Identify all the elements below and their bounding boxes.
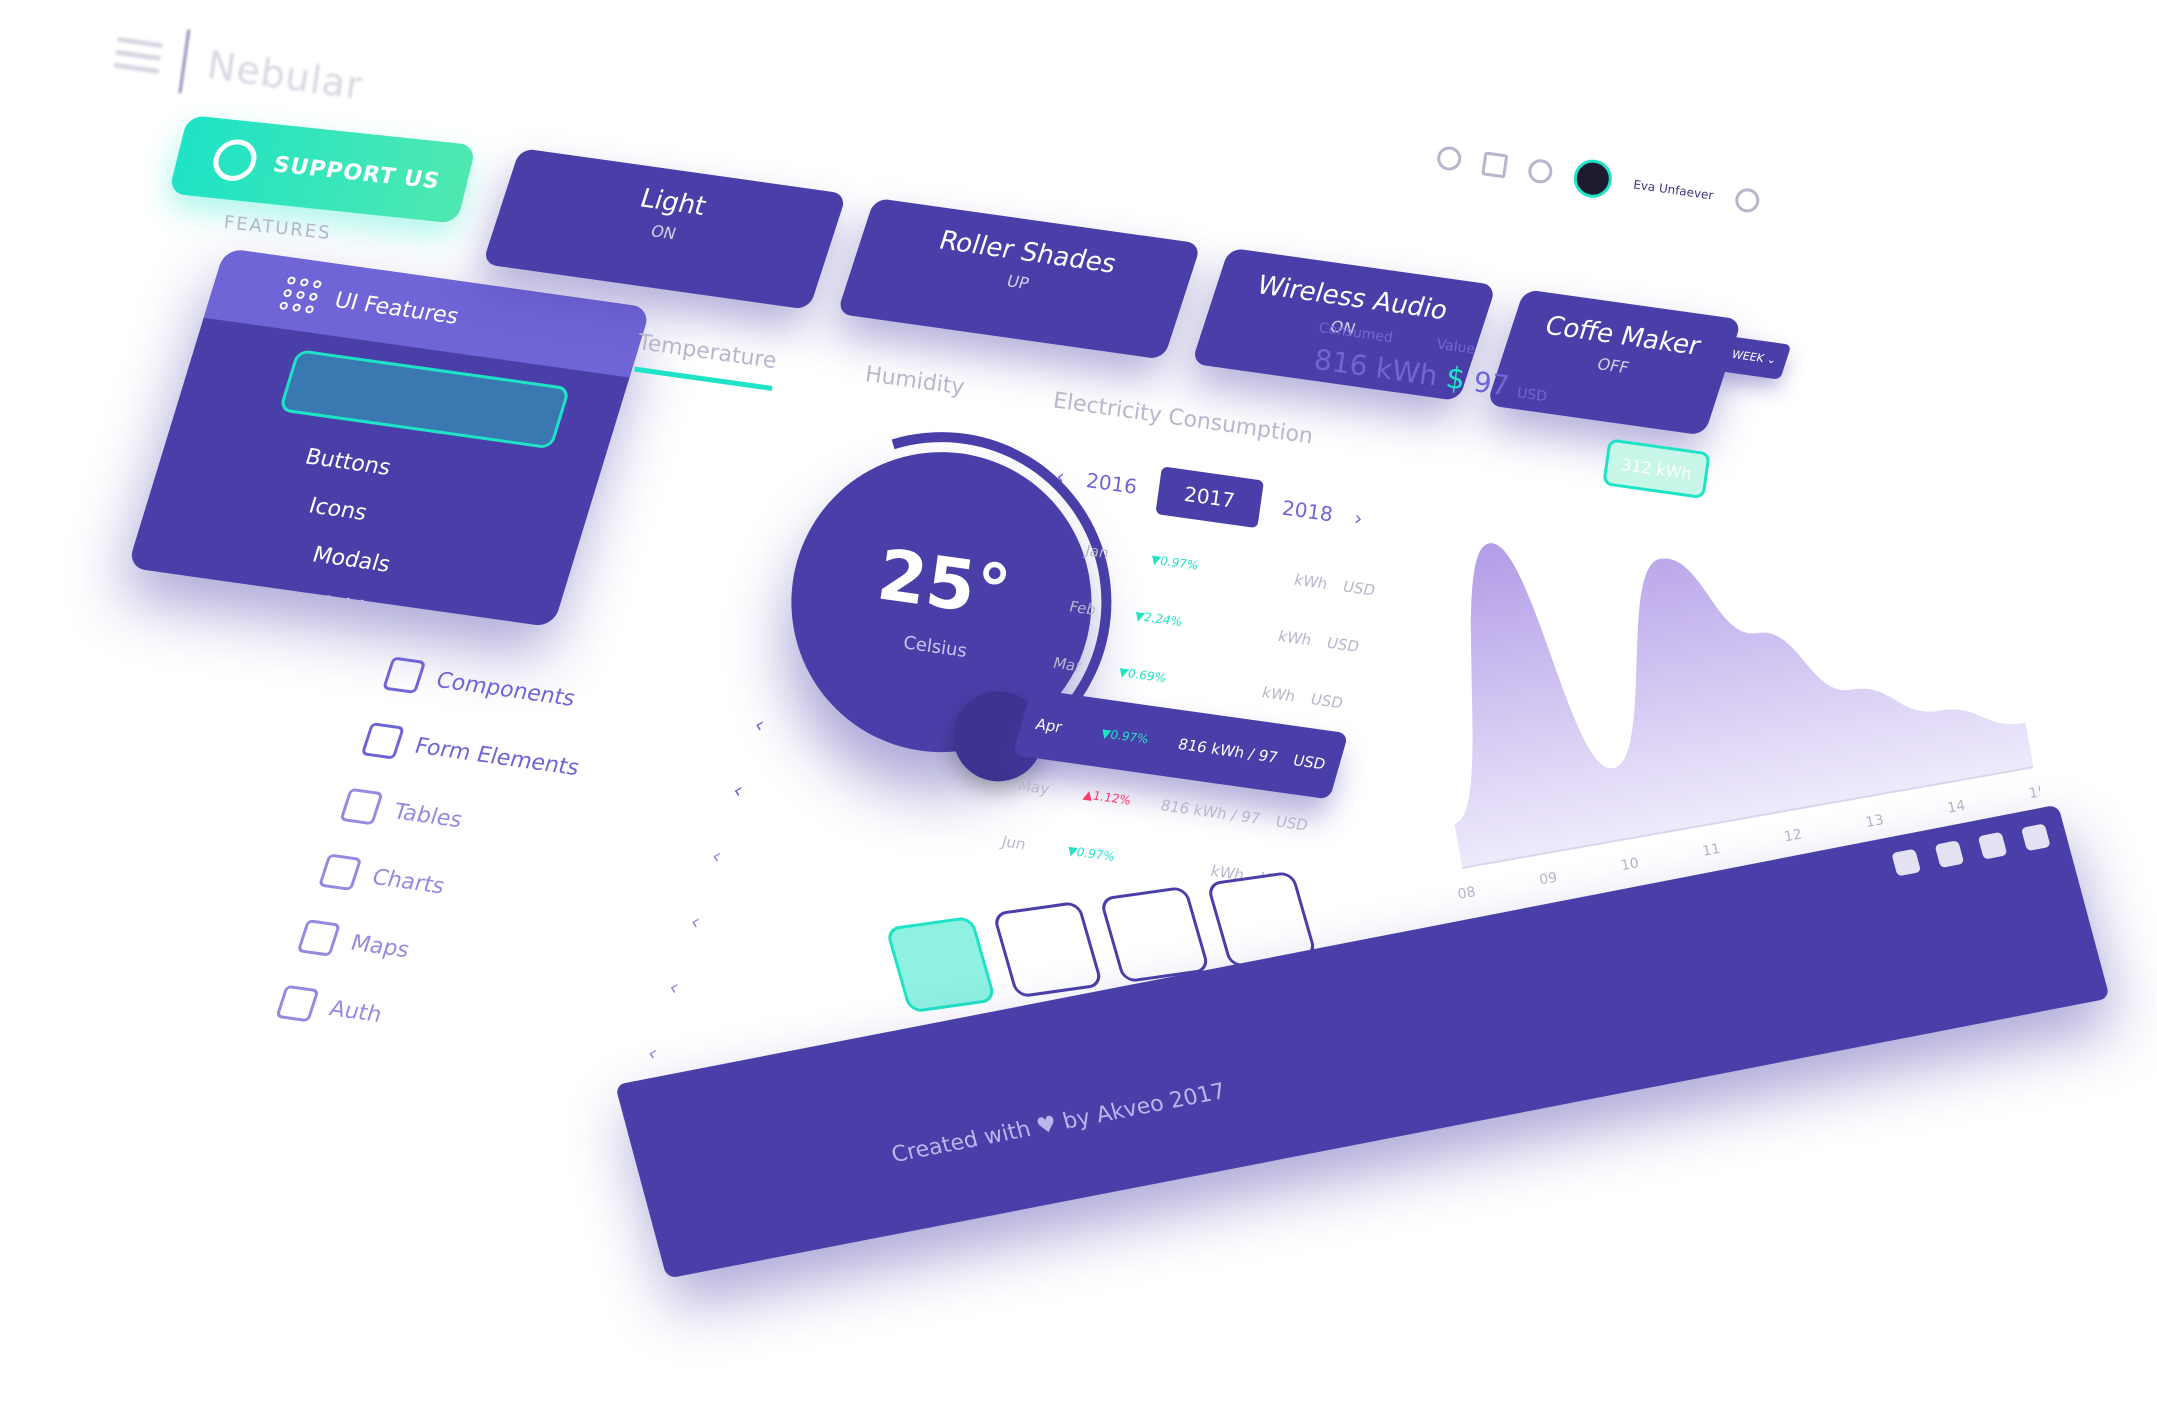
month-name: May [1015,776,1052,799]
footer: Created with ♥ by Akveo 2017 [615,804,2110,1279]
facebook-icon[interactable] [1934,840,1965,869]
chevron-left-icon: ‹ [750,712,768,738]
month-usd: USD [1324,633,1362,656]
month-kwh: kWh [1259,683,1298,706]
grid-dots-icon [278,276,323,314]
sidebar-item-label: Charts [368,864,448,899]
status-card-roller-shades[interactable]: Roller Shades UP [836,197,1202,360]
toggle-button[interactable] [885,915,997,1014]
month-change: ▼0.69% [1116,665,1168,686]
tab-temperature[interactable]: Temperature [634,330,779,391]
dollar-icon: $ [1443,360,1468,398]
month-change: ▲1.12% [1081,787,1133,808]
month-change: ▼0.97% [1065,843,1117,864]
brand: Nebular [111,20,367,118]
avatar[interactable] [1571,157,1615,201]
ui-features-label: UI Features [331,287,462,330]
divider [178,29,191,94]
month-change: ▼0.97% [1149,552,1200,573]
toggle-button[interactable] [1098,885,1211,984]
sidebar-item-label: Auth [326,996,386,1028]
search-icon[interactable] [1435,144,1463,173]
chevron-left-icon: ‹ [665,975,683,1001]
mail-icon[interactable] [1481,151,1509,179]
x-tick-label: 09 [1538,870,1558,889]
gear-icon[interactable] [1733,186,1761,214]
menu-toggle-icon[interactable] [113,36,164,74]
header-actions: Eva Unfaever [1435,138,1762,221]
chevron-left-icon: ‹ [708,843,725,870]
map-pin-icon [296,919,341,957]
year-item-active[interactable]: 2017 [1155,466,1264,529]
chart-icon [317,853,363,891]
linkedin-icon[interactable] [2020,823,2051,852]
money-value: 97 [1471,365,1512,403]
x-tick-label: 14 [1946,798,1966,817]
table-icon [339,787,384,826]
form-icon [360,722,405,760]
month-name: Jan [1083,541,1112,563]
sidebar-menu: Components ‹ Form Elements ‹ Tables ‹ Ch… [270,640,774,1087]
bell-icon[interactable] [1526,157,1554,185]
sidebar-item-label: Tables [390,799,466,833]
sidebar-item-label: Maps [347,930,413,963]
x-tick-label: 15 [2028,783,2040,802]
month-change: ▼2.24% [1133,608,1184,629]
month-usd: USD [1308,690,1346,713]
month-name: Feb [1067,597,1099,619]
month-usd: USD [1290,751,1328,774]
year-item[interactable]: 2018 [1281,496,1335,527]
month-usd: USD [1273,812,1311,835]
ui-features-menu: UI Features Buttons Icons Modals Grid [127,248,651,628]
x-tick-label: 10 [1620,855,1640,874]
brand-name: Nebular [204,42,366,109]
x-tick-label: 08 [1457,884,1477,903]
year-item[interactable]: 2016 [1085,468,1139,499]
month-change: ▼0.97% [1099,726,1151,747]
period-select-value: WEEK [1730,347,1766,365]
period-select[interactable]: WEEK ⌄ [1716,336,1792,380]
chevron-left-icon: ‹ [686,909,704,935]
social-links [1891,823,2051,877]
support-us-button[interactable]: SUPPORT US [168,115,477,224]
chevron-left-icon: ‹ [729,778,747,804]
footer-credit: Created with ♥ by Akveo 2017 [888,1079,1229,1169]
github-icon[interactable] [1891,848,1922,877]
gear-icon [381,656,427,694]
sidebar-item-label: Form Elements [411,733,583,781]
month-kwh: 816 kWh / 97 [1158,796,1263,828]
support-label: SUPPORT US [270,151,443,194]
x-tick-label: 12 [1783,827,1803,846]
month-usd: USD [1340,577,1378,600]
x-tick-label: 11 [1701,841,1721,860]
tab-electricity[interactable]: Electricity Consumption [1049,388,1315,466]
month-kwh: kWh [1275,627,1314,650]
github-icon [208,137,261,183]
user-name[interactable]: Eva Unfaever [1632,177,1714,202]
chart-area [1454,543,2034,868]
chevron-left-icon[interactable]: ‹ [1055,464,1066,489]
status-card-light[interactable]: Light ON [482,148,847,310]
twitter-icon[interactable] [1977,831,2008,860]
month-name: Mar [1050,653,1085,676]
chevron-left-icon: ‹ [644,1040,661,1067]
tab-humidity[interactable]: Humidity [861,362,966,417]
lock-icon [275,984,320,1023]
consumed-value: 816 kWh [1312,342,1440,393]
sidebar-item-label: Components [432,667,579,712]
month-name: Apr [1033,715,1065,737]
month-name: Jun [999,832,1029,854]
sidebar-section-label: FEATURES [222,212,333,245]
month-kwh: kWh [1292,570,1330,593]
x-tick-label: 13 [1865,812,1885,831]
chevron-right-icon[interactable]: › [1353,506,1364,531]
month-kwh: 816 kWh / 97 [1175,735,1281,767]
toggle-button[interactable] [991,900,1104,999]
